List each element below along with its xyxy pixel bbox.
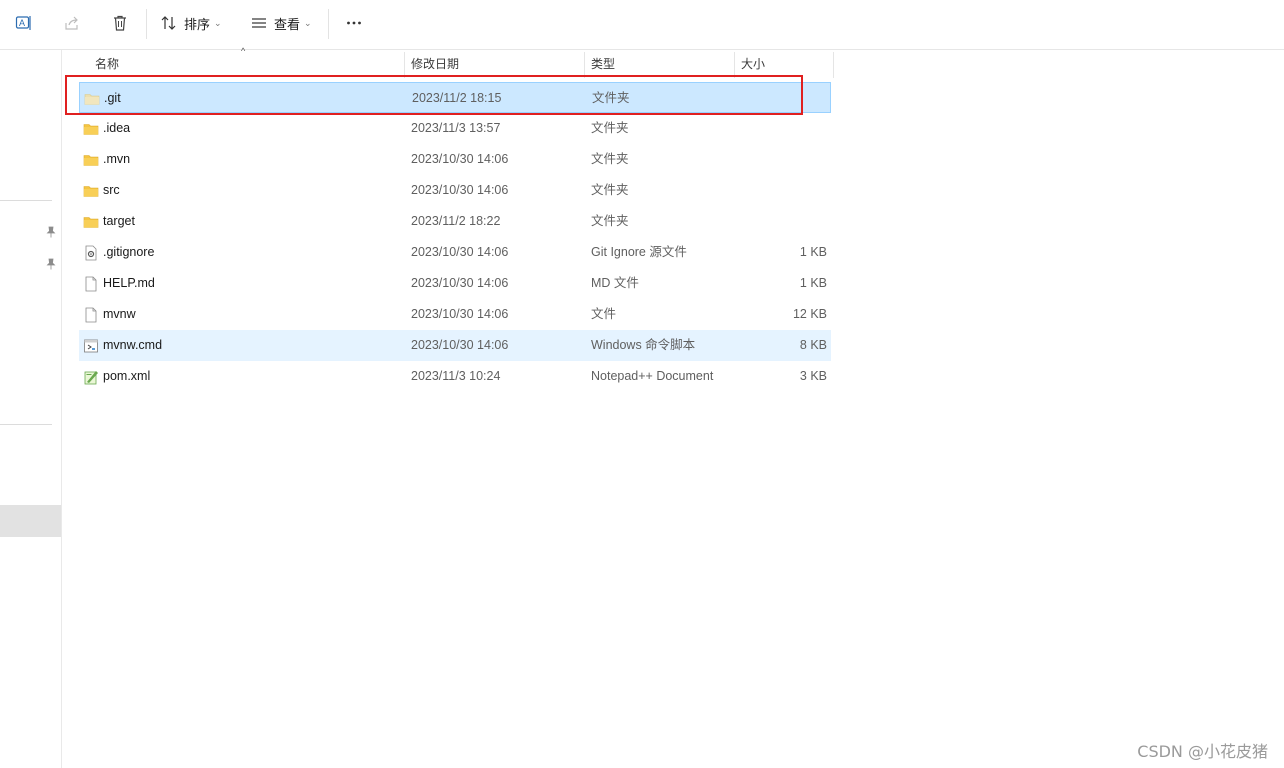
toolbar-separator <box>146 9 147 39</box>
folder-icon <box>83 152 99 168</box>
column-divider[interactable] <box>833 52 834 78</box>
file-row[interactable]: .idea 2023/11/3 13:57 文件夹 <box>79 113 831 144</box>
file-type: Notepad++ Document <box>591 369 714 383</box>
column-header-type[interactable]: 类型 <box>585 50 735 78</box>
chevron-down-icon: ⌄ <box>304 17 312 28</box>
file-name: mvnw.cmd <box>103 338 163 352</box>
column-header-row: 名称 修改日期 类型 大小 <box>64 50 834 78</box>
file-modified-date: 2023/10/30 14:06 <box>411 307 509 321</box>
chevron-down-icon: ⌄ <box>214 17 222 28</box>
file-list: .git 2023/11/2 18:15 文件夹 .idea 2023/11/3 13:… <box>79 82 831 392</box>
sort-icon <box>161 16 176 30</box>
file-size: 3 KB <box>799 369 827 383</box>
file-type: 文件夹 <box>591 214 629 228</box>
sort-label: 排序 <box>184 16 211 32</box>
column-header-name[interactable]: 名称 <box>89 50 404 78</box>
folder-icon <box>83 214 99 230</box>
file-size: 1 KB <box>799 245 827 259</box>
nav-selected-item[interactable] <box>0 505 61 537</box>
file-type: 文件夹 <box>591 183 629 197</box>
file-type: 文件夹 <box>591 121 629 135</box>
share-button[interactable] <box>57 8 87 38</box>
file-name: src <box>103 183 120 197</box>
view-label: 查看 <box>274 16 301 32</box>
notepadpp-file-icon <box>83 369 99 385</box>
file-row[interactable]: .mvn 2023/10/30 14:06 文件夹 <box>79 144 831 175</box>
rename-icon: A <box>15 16 31 30</box>
file-modified-date: 2023/11/3 10:24 <box>411 369 501 383</box>
file-name: .gitignore <box>103 245 155 259</box>
delete-button[interactable] <box>105 8 135 38</box>
file-row[interactable]: target 2023/11/2 18:22 文件夹 <box>79 206 831 237</box>
file-icon <box>83 307 99 323</box>
file-type: 文件 <box>591 307 617 321</box>
file-name: target <box>103 214 135 228</box>
command-bar: A 排序 ⌄ 查看 ⌄ <box>0 0 1284 47</box>
watermark: CSDN @小花皮猪 <box>1137 742 1268 761</box>
column-header-size[interactable]: 大小 <box>735 50 833 78</box>
column-header-type-label: 类型 <box>591 57 616 71</box>
file-name: pom.xml <box>103 369 151 383</box>
folder-icon <box>83 121 99 137</box>
column-header-date[interactable]: 修改日期 <box>405 50 585 78</box>
file-name: mvnw <box>103 307 136 321</box>
file-name: HELP.md <box>103 276 155 290</box>
file-type: 文件夹 <box>591 152 629 166</box>
column-header-name-label: 名称 <box>95 57 120 71</box>
file-name: .mvn <box>103 152 131 166</box>
nav-divider <box>0 200 52 201</box>
file-type: Git Ignore 源文件 <box>591 245 687 259</box>
share-icon <box>65 16 78 30</box>
sort-ascending-icon: ^ <box>241 46 246 56</box>
file-icon <box>83 276 99 292</box>
folder-icon <box>83 183 99 199</box>
more-icon <box>347 21 361 25</box>
view-list-icon <box>252 18 266 28</box>
file-name: .idea <box>103 121 131 135</box>
file-modified-date: 2023/11/2 18:22 <box>411 214 501 228</box>
file-size: 1 KB <box>799 276 827 290</box>
file-row[interactable]: src 2023/10/30 14:06 文件夹 <box>79 175 831 206</box>
navigation-pane <box>0 50 62 768</box>
file-row[interactable]: .gitignore 2023/10/30 14:06 Git Ignore 源文件… <box>79 237 831 268</box>
file-type: MD 文件 <box>591 276 639 290</box>
file-row[interactable]: pom.xml 2023/11/3 10:24 Notepad++ Document… <box>79 361 831 392</box>
red-highlight-box <box>65 75 803 115</box>
more-button[interactable] <box>339 8 369 38</box>
svg-text:A: A <box>19 18 25 28</box>
column-header-date-label: 修改日期 <box>411 57 460 71</box>
file-modified-date: 2023/10/30 14:06 <box>411 276 509 290</box>
file-type: Windows 命令脚本 <box>591 338 696 352</box>
pin-icon[interactable] <box>46 258 56 273</box>
file-row[interactable]: HELP.md 2023/10/30 14:06 MD 文件 1 KB <box>79 268 831 299</box>
view-button[interactable]: 查看 ⌄ <box>250 8 312 38</box>
rename-button[interactable]: A <box>9 8 39 38</box>
file-row[interactable]: mvnw 2023/10/30 14:06 文件 12 KB <box>79 299 831 330</box>
config-file-icon <box>83 245 99 261</box>
file-modified-date: 2023/10/30 14:06 <box>411 245 509 259</box>
column-header-size-label: 大小 <box>741 57 766 71</box>
file-modified-date: 2023/10/30 14:06 <box>411 183 509 197</box>
pin-icon[interactable] <box>46 226 56 241</box>
toolbar-separator <box>328 9 329 39</box>
file-modified-date: 2023/10/30 14:06 <box>411 338 509 352</box>
file-size: 8 KB <box>799 338 827 352</box>
trash-icon <box>114 15 126 31</box>
script-file-icon <box>83 338 99 354</box>
sort-button[interactable]: 排序 ⌄ <box>160 8 222 38</box>
file-row[interactable]: mvnw.cmd 2023/10/30 14:06 Windows 命令脚本 8 KB <box>79 330 831 361</box>
file-modified-date: 2023/10/30 14:06 <box>411 152 509 166</box>
file-modified-date: 2023/11/3 13:57 <box>411 121 501 135</box>
nav-divider <box>0 424 52 425</box>
file-size: 12 KB <box>792 307 827 321</box>
